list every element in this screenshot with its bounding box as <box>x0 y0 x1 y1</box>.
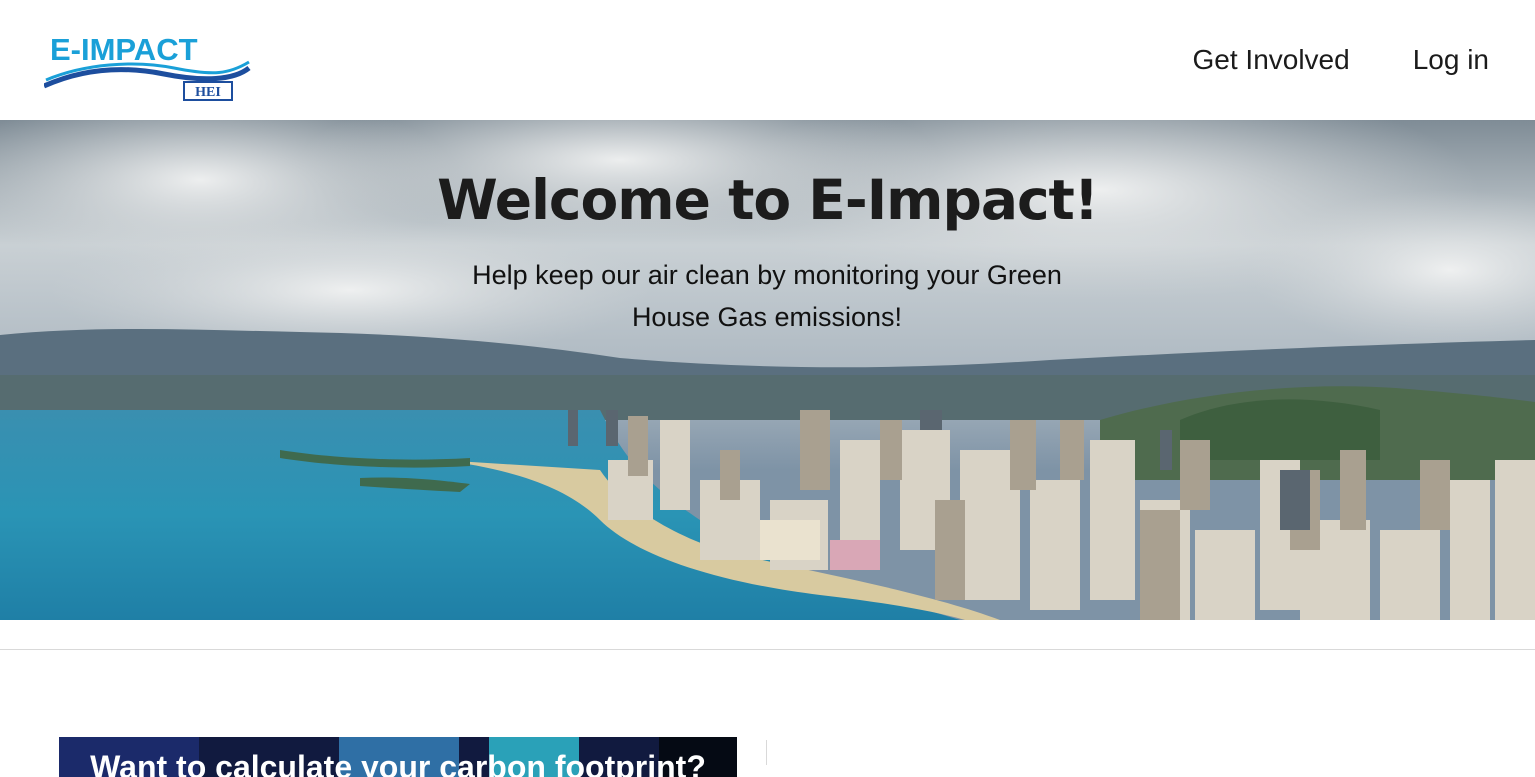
svg-text:E-IMPACT: E-IMPACT <box>50 32 198 67</box>
card-title: Want to calculate your carbon footprint? <box>90 749 706 777</box>
hero-subtitle: Help keep our air clean by monitoring yo… <box>472 260 1062 332</box>
hero-banner: Welcome to E-Impact! Help keep our air c… <box>0 120 1535 620</box>
nav-links: Get Involved Log in <box>1193 43 1490 77</box>
nav-get-involved[interactable]: Get Involved <box>1193 43 1350 77</box>
navbar: E-IMPACT HEI Get Involved Log in <box>0 0 1535 120</box>
logo-icon: E-IMPACT HEI <box>44 32 251 101</box>
hero-title: Welcome to E-Impact! <box>437 168 1099 232</box>
logo-badge: HEI <box>195 85 221 100</box>
section-divider <box>0 649 1535 650</box>
calculator-card[interactable]: Want to calculate your carbon footprint? <box>59 737 737 777</box>
column-divider <box>766 740 767 765</box>
nav-log-in[interactable]: Log in <box>1413 43 1489 77</box>
brand-logo[interactable]: E-IMPACT HEI <box>44 30 254 102</box>
